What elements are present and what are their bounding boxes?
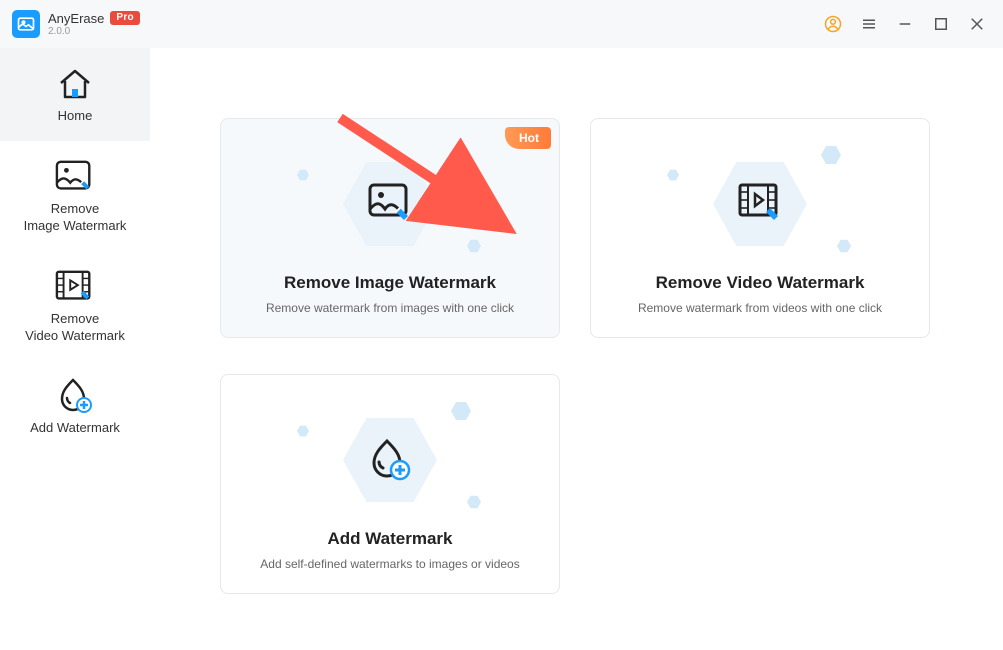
card-title: Remove Video Watermark xyxy=(656,273,865,293)
app-title-block: AnyErase Pro 2.0.0 xyxy=(48,11,140,37)
card-desc: Remove watermark from videos with one cl… xyxy=(638,301,882,315)
menu-icon[interactable] xyxy=(855,10,883,38)
video-erase-icon xyxy=(737,181,783,227)
card-remove-video-watermark[interactable]: Remove Video Watermark Remove watermark … xyxy=(590,118,930,338)
titlebar: AnyErase Pro 2.0.0 xyxy=(0,0,1003,48)
main-content: Hot Remove Image Watermark Remove waterm… xyxy=(150,48,1003,650)
card-icon-area xyxy=(221,149,559,259)
sidebar-item-label: Add Watermark xyxy=(30,420,120,437)
home-icon xyxy=(55,66,95,102)
sidebar-item-add-watermark[interactable]: Add Watermark xyxy=(0,360,150,453)
card-title: Remove Image Watermark xyxy=(284,273,496,293)
close-icon[interactable] xyxy=(963,10,991,38)
water-drop-add-icon xyxy=(367,437,413,483)
card-desc: Add self-defined watermarks to images or… xyxy=(260,557,519,571)
card-remove-image-watermark[interactable]: Hot Remove Image Watermark Remove waterm… xyxy=(220,118,560,338)
remove-video-watermark-icon xyxy=(55,269,95,305)
app-name: AnyErase xyxy=(48,12,104,25)
user-account-icon[interactable] xyxy=(819,10,847,38)
pro-badge: Pro xyxy=(110,11,140,25)
add-watermark-icon xyxy=(55,378,95,414)
maximize-icon[interactable] xyxy=(927,10,955,38)
sidebar-item-remove-video[interactable]: Remove Video Watermark xyxy=(0,251,150,361)
card-title: Add Watermark xyxy=(327,529,452,549)
remove-image-watermark-icon xyxy=(55,159,95,195)
minimize-icon[interactable] xyxy=(891,10,919,38)
card-icon-area xyxy=(591,149,929,259)
card-desc: Remove watermark from images with one cl… xyxy=(266,301,514,315)
card-icon-area xyxy=(221,405,559,515)
sidebar: Home Remove Image Watermark Remove Video… xyxy=(0,48,150,650)
hot-badge: Hot xyxy=(505,127,551,149)
app-version: 2.0.0 xyxy=(48,27,140,37)
sidebar-item-home[interactable]: Home xyxy=(0,48,150,141)
app-logo-icon xyxy=(12,10,40,38)
image-erase-icon xyxy=(367,181,413,227)
sidebar-item-label: Remove Video Watermark xyxy=(25,311,125,345)
card-add-watermark[interactable]: Add Watermark Add self-defined watermark… xyxy=(220,374,560,594)
sidebar-item-label: Home xyxy=(58,108,93,125)
sidebar-item-remove-image[interactable]: Remove Image Watermark xyxy=(0,141,150,251)
sidebar-item-label: Remove Image Watermark xyxy=(24,201,127,235)
